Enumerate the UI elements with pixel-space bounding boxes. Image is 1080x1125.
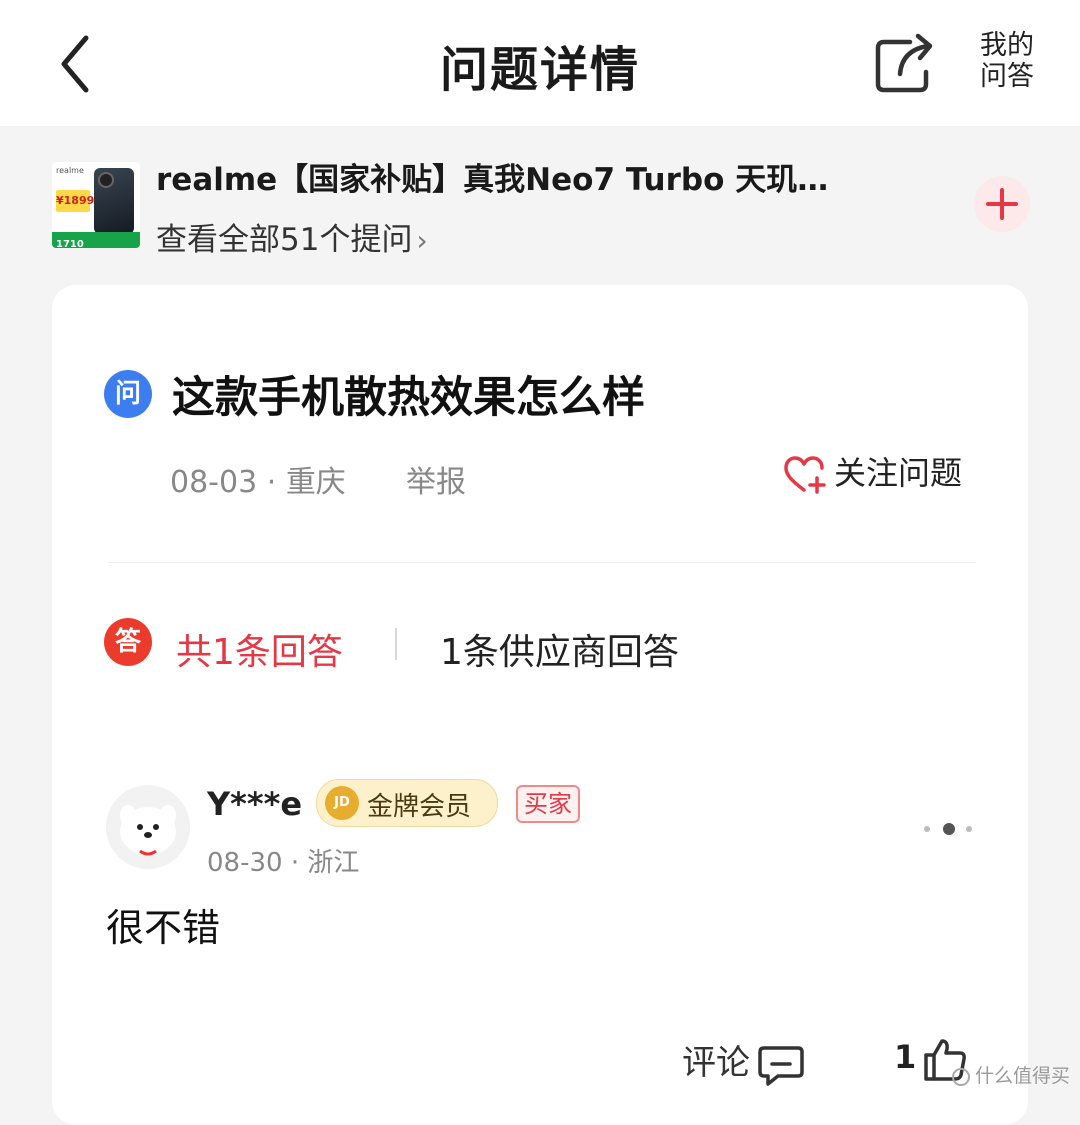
divider xyxy=(108,562,976,563)
phone-image xyxy=(94,168,134,234)
dog-mascot-icon xyxy=(120,805,176,856)
thumb-price-tag: ¥1899 xyxy=(56,190,95,212)
comment-label: 评论 xyxy=(682,1043,750,1083)
tab-separator xyxy=(395,628,397,660)
my-qa-line2: 问答 xyxy=(980,61,1034,92)
report-link[interactable]: 举报 xyxy=(406,457,466,501)
comment-icon xyxy=(758,1045,804,1086)
jd-icon: JD xyxy=(325,786,359,820)
question-date: 08-03 xyxy=(170,465,258,500)
comment-button[interactable]: 评论 xyxy=(682,1035,804,1086)
buyer-badge: 买家 xyxy=(516,785,580,823)
tab-supplier-answers[interactable]: 1条供应商回答 xyxy=(440,623,679,675)
thumb-bottom-price: 1710 xyxy=(56,239,84,248)
question-title: 这款手机散热效果怎么样 xyxy=(172,373,645,423)
question-card: 问 这款手机散热效果怎么样 08-03 · 重庆 举报 关注问题 答 共1条回答… xyxy=(52,285,1028,1125)
product-strip[interactable]: realme ¥1899 1710 realme【国家补贴】真我Neo7 Tur… xyxy=(0,126,1080,276)
question-meta: 08-03 · 重庆 xyxy=(170,457,346,501)
view-all-questions-link[interactable]: 查看全部51个提问 › xyxy=(156,214,428,259)
answer-date: 08-30 xyxy=(207,848,283,878)
username: Y***e xyxy=(207,785,303,823)
dot xyxy=(966,826,972,832)
heart-plus-icon xyxy=(784,456,826,494)
top-bar: 问题详情 我的 问答 xyxy=(0,0,1080,126)
question-location: 重庆 xyxy=(285,465,346,500)
watermark-text: 什么值得买 xyxy=(974,1065,1070,1087)
meta-separator: · xyxy=(266,465,286,500)
thumb-brand: realme xyxy=(56,166,84,175)
answer-meta: 08-30 · 浙江 xyxy=(207,842,359,879)
add-question-button[interactable] xyxy=(974,176,1030,232)
gold-member-label: 金牌会员 xyxy=(367,792,472,822)
more-options-icon[interactable] xyxy=(922,821,978,837)
answer-badge-icon: 答 xyxy=(104,618,152,666)
meta-separator: · xyxy=(290,848,308,878)
answer-location: 浙江 xyxy=(307,848,360,878)
watermark-logo-icon xyxy=(951,1067,970,1086)
tab-all-answers[interactable]: 共1条回答 xyxy=(176,623,343,675)
product-name[interactable]: realme【国家补贴】真我Neo7 Turbo 天玑… xyxy=(156,154,828,199)
my-qa-button[interactable]: 我的 问答 xyxy=(972,30,1042,92)
follow-label: 关注问题 xyxy=(834,454,963,492)
thumb-green-banner: 1710 xyxy=(52,232,140,248)
dot xyxy=(924,826,930,832)
view-all-label: 查看全部51个提问 xyxy=(156,222,413,258)
like-count: 1 xyxy=(894,1038,917,1076)
thumb-price: ¥1899 xyxy=(56,194,95,207)
avatar[interactable] xyxy=(106,785,190,869)
dot xyxy=(943,823,955,835)
chevron-right-icon: › xyxy=(416,224,428,257)
follow-question-button[interactable]: 关注问题 xyxy=(784,448,962,494)
question-badge-icon: 问 xyxy=(104,370,152,418)
my-qa-line1: 我的 xyxy=(980,30,1034,61)
gold-member-badge: JD 金牌会员 xyxy=(316,779,498,827)
share-icon[interactable] xyxy=(872,32,938,96)
answer-text: 很不错 xyxy=(106,906,221,950)
product-thumbnail[interactable]: realme ¥1899 1710 xyxy=(52,162,140,248)
watermark: 什么值得买 xyxy=(951,1061,1070,1088)
